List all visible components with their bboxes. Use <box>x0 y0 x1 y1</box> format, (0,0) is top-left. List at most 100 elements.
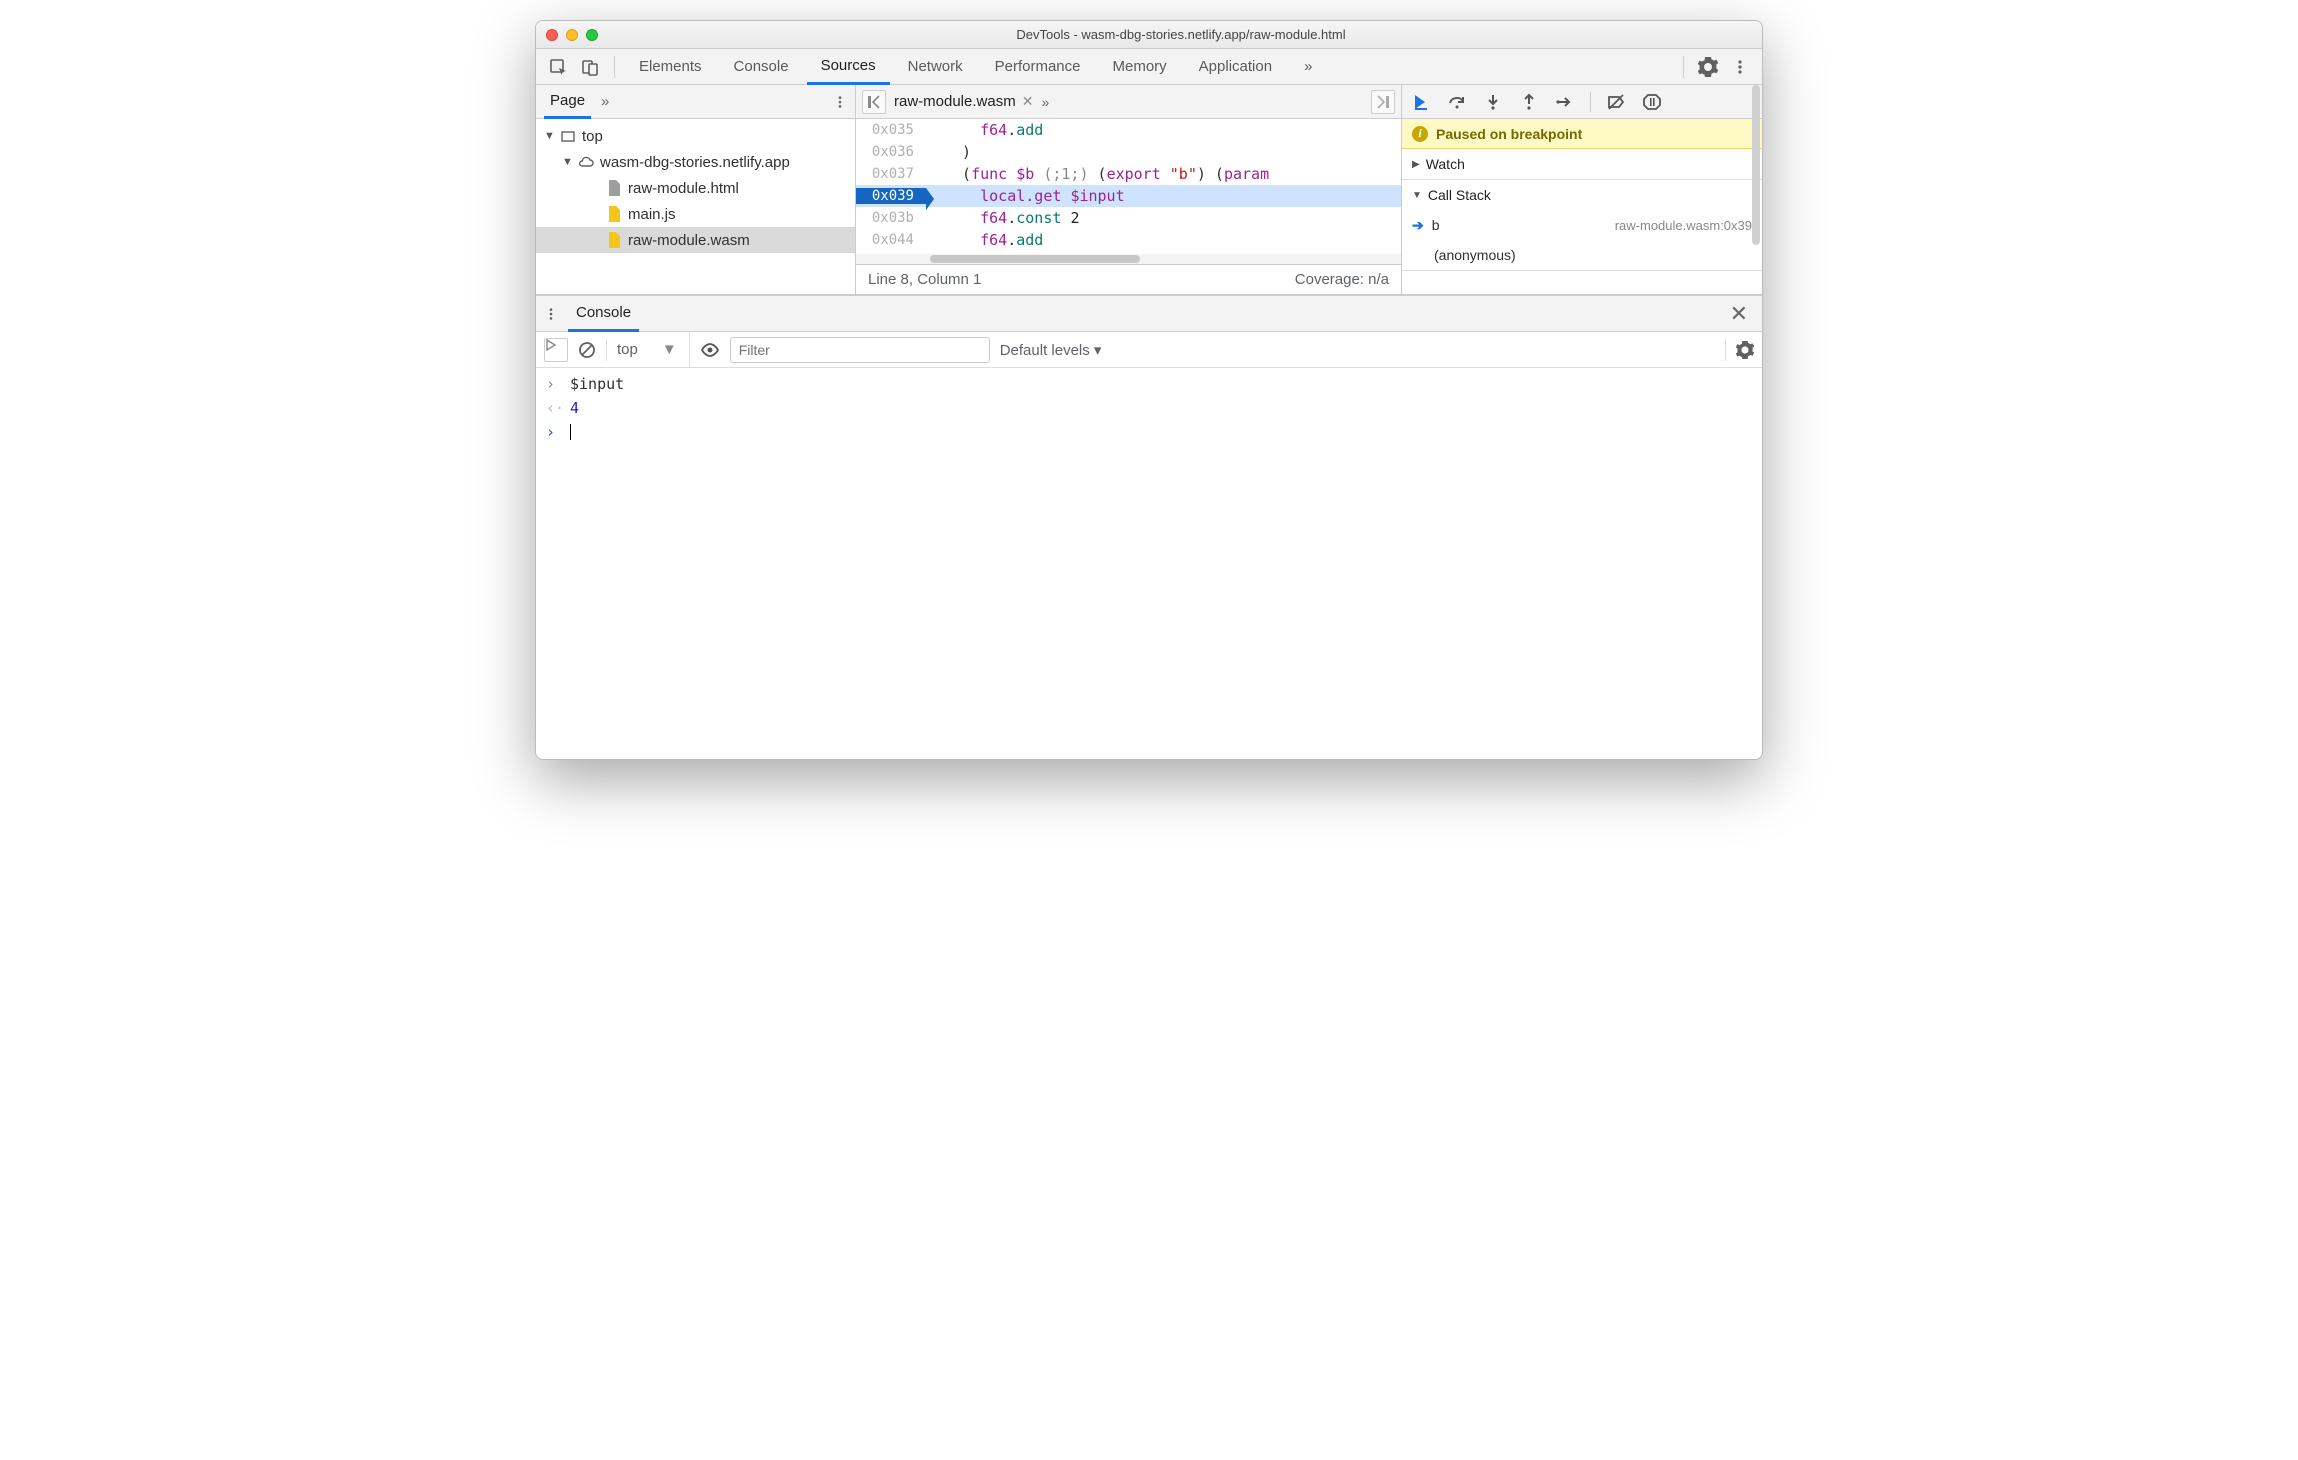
tree-top-label: top <box>582 128 603 145</box>
live-expression-eye-icon[interactable] <box>700 340 720 360</box>
cursor-position: Line 8, Column 1 <box>868 271 981 288</box>
editor-tabs-overflow[interactable]: » <box>1041 94 1049 110</box>
coverage-status: Coverage: n/a <box>1295 271 1389 288</box>
callstack-frame[interactable]: ➔braw-module.wasm:0x39 <box>1402 210 1762 240</box>
console-output[interactable]: › $input ‹· 4 › <box>536 368 1762 759</box>
tab-application[interactable]: Application <box>1185 49 1286 85</box>
file-raw-module-html[interactable]: raw-module.html <box>536 175 855 201</box>
code-text: (func $b (;1;) (export "b") (param <box>926 165 1269 183</box>
gutter[interactable]: 0x035 <box>856 122 926 138</box>
drawer-close-icon[interactable]: ✕ <box>1724 301 1754 327</box>
file-label: main.js <box>628 206 676 223</box>
files-kebab-icon[interactable] <box>833 95 847 109</box>
code-line[interactable]: 0x03b f64.const 2 <box>856 207 1401 229</box>
window-title: DevTools - wasm-dbg-stories.netlify.app/… <box>610 27 1752 42</box>
prompt-chevron-icon: › <box>546 423 560 441</box>
tabs-overflow[interactable]: » <box>1290 49 1326 85</box>
code-text: f64.add <box>926 231 1043 249</box>
deactivate-breakpoints-icon[interactable] <box>1605 91 1627 113</box>
gutter[interactable]: 0x036 <box>856 144 926 160</box>
file-raw-module-wasm[interactable]: raw-module.wasm <box>536 227 855 253</box>
chevron-right-icon: › <box>546 375 560 393</box>
frame-icon <box>560 128 576 144</box>
tab-sources[interactable]: Sources <box>807 49 890 85</box>
cloud-icon <box>578 154 594 170</box>
tree-domain-label: wasm-dbg-stories.netlify.app <box>600 154 790 171</box>
devtools-window: DevTools - wasm-dbg-stories.netlify.app/… <box>535 20 1763 760</box>
console-filter-input[interactable] <box>730 337 990 363</box>
file-label: raw-module.wasm <box>628 232 750 249</box>
settings-gear-icon[interactable] <box>1694 53 1722 81</box>
console-prompt[interactable]: › <box>546 420 1752 444</box>
gutter[interactable]: 0x03b <box>856 210 926 226</box>
editor-nav-back-icon[interactable] <box>862 90 886 114</box>
file-label: raw-module.html <box>628 180 739 197</box>
tree-top[interactable]: ▼ top <box>536 123 855 149</box>
code-editor[interactable]: 0x035 f64.add0x036 )0x037 (func $b (;1;)… <box>856 119 1401 254</box>
titlebar: DevTools - wasm-dbg-stories.netlify.app/… <box>536 21 1762 49</box>
debugger-vscrollbar[interactable] <box>1752 85 1760 294</box>
editor-tab-label: raw-module.wasm <box>894 93 1016 110</box>
text-cursor <box>570 424 571 440</box>
console-play-icon[interactable] <box>544 338 568 362</box>
tab-console[interactable]: Console <box>720 49 803 85</box>
frame-location: raw-module.wasm:0x39 <box>1615 218 1752 233</box>
console-drawer: Console ✕ top ▼ Default levels ▾ <box>536 295 1762 759</box>
callstack-frame[interactable]: (anonymous) <box>1402 240 1762 270</box>
inspect-element-icon[interactable] <box>544 53 572 81</box>
step-out-icon[interactable] <box>1518 91 1540 113</box>
tree-domain[interactable]: ▼ wasm-dbg-stories.netlify.app <box>536 149 855 175</box>
files-pane: Page » ▼ top ▼ wasm-dbg-stories.netlify.… <box>536 85 856 294</box>
callstack-section[interactable]: ▼ Call Stack <box>1402 180 1762 210</box>
code-line[interactable]: 0x045 ) <box>856 251 1401 254</box>
step-icon[interactable] <box>1554 91 1576 113</box>
console-result: 4 <box>570 399 579 417</box>
context-selector[interactable]: top ▼ <box>617 332 690 367</box>
console-tab[interactable]: Console <box>568 296 639 332</box>
minimize-window-icon[interactable] <box>566 29 578 41</box>
code-line[interactable]: 0x039 local.get $input <box>856 185 1401 207</box>
clear-console-icon[interactable] <box>578 341 596 359</box>
chevron-down-icon: ▼ <box>662 341 677 358</box>
drawer-kebab-icon[interactable] <box>544 307 558 321</box>
step-over-icon[interactable] <box>1446 91 1468 113</box>
console-settings-gear-icon[interactable] <box>1736 341 1754 359</box>
tab-memory[interactable]: Memory <box>1099 49 1181 85</box>
watch-section[interactable]: ▶ Watch <box>1402 149 1762 179</box>
step-into-icon[interactable] <box>1482 91 1504 113</box>
chevron-left-icon: ‹· <box>546 399 560 417</box>
file-main-js[interactable]: main.js <box>536 201 855 227</box>
page-tab[interactable]: Page <box>544 85 591 119</box>
pause-exceptions-icon[interactable] <box>1641 91 1663 113</box>
tab-performance[interactable]: Performance <box>981 49 1095 85</box>
device-toggle-icon[interactable] <box>576 53 604 81</box>
traffic-lights <box>546 29 598 41</box>
frame-name: (anonymous) <box>1434 247 1516 263</box>
resume-icon[interactable] <box>1410 91 1432 113</box>
code-line[interactable]: 0x037 (func $b (;1;) (export "b") (param <box>856 163 1401 185</box>
context-label: top <box>617 341 638 358</box>
code-line[interactable]: 0x035 f64.add <box>856 119 1401 141</box>
info-icon: i <box>1412 126 1428 142</box>
close-window-icon[interactable] <box>546 29 558 41</box>
editor-nav-forward-icon[interactable] <box>1371 90 1395 114</box>
kebab-menu-icon[interactable] <box>1726 53 1754 81</box>
editor-statusbar: Line 8, Column 1 Coverage: n/a <box>856 264 1401 294</box>
triangle-down-icon: ▼ <box>1412 190 1422 201</box>
maximize-window-icon[interactable] <box>586 29 598 41</box>
editor-hscrollbar[interactable] <box>856 254 1401 264</box>
gutter[interactable]: 0x039 <box>856 188 926 204</box>
file-icon <box>606 180 622 196</box>
editor-tab-close-icon[interactable]: ✕ <box>1022 93 1034 110</box>
gutter[interactable]: 0x044 <box>856 232 926 248</box>
editor-tab[interactable]: raw-module.wasm ✕ <box>894 93 1033 110</box>
tab-elements[interactable]: Elements <box>625 49 716 85</box>
file-icon <box>606 206 622 222</box>
code-line[interactable]: 0x036 ) <box>856 141 1401 163</box>
tab-network[interactable]: Network <box>894 49 977 85</box>
files-tabs-overflow[interactable]: » <box>601 93 609 110</box>
log-level-selector[interactable]: Default levels ▾ <box>1000 341 1102 359</box>
code-line[interactable]: 0x044 f64.add <box>856 229 1401 251</box>
gutter[interactable]: 0x037 <box>856 166 926 182</box>
code-text: f64.add <box>926 121 1043 139</box>
